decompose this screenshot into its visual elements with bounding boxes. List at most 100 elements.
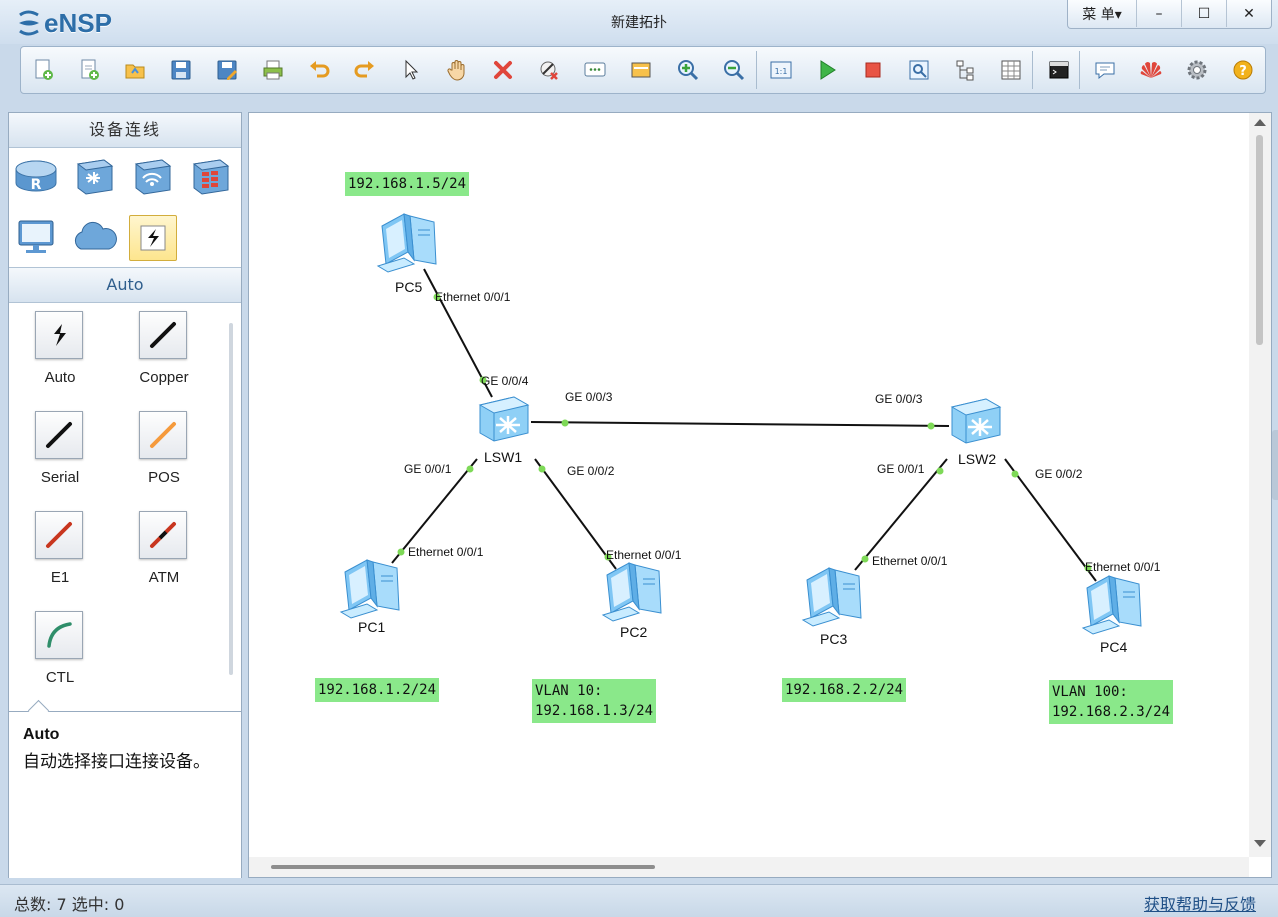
port-label-pc5: Ethernet 0/0/1 bbox=[435, 290, 511, 304]
scroll-thumb[interactable] bbox=[1256, 135, 1263, 345]
connection-icon[interactable] bbox=[129, 215, 177, 261]
topology-canvas[interactable]: Ethernet 0/0/1 GE 0/0/4 GE 0/0/3 GE 0/0/3 GE… bbox=[248, 112, 1272, 878]
main-menu-button[interactable]: 菜 单▾ bbox=[1068, 0, 1136, 27]
help-button[interactable]: ? bbox=[1228, 55, 1258, 85]
ip-address-note[interactable]: VLAN 10: 192.168.1.3/24 bbox=[532, 679, 657, 723]
status-counts: 总数: 7 选中: 0 bbox=[14, 895, 125, 914]
redo-button[interactable] bbox=[350, 55, 380, 85]
save-button[interactable] bbox=[166, 55, 196, 85]
pc-icon bbox=[339, 559, 400, 619]
delete-button[interactable] bbox=[488, 55, 518, 85]
pan-hand-icon bbox=[447, 60, 465, 81]
pc-device-pc3[interactable] bbox=[799, 562, 869, 628]
device-name-label: PC1 bbox=[358, 619, 386, 635]
pc-device-pc1[interactable] bbox=[337, 554, 407, 620]
new-sample-button[interactable] bbox=[74, 55, 104, 85]
connection-item-serial[interactable]: Serial bbox=[20, 405, 100, 495]
fit-view-button[interactable]: 1:1 bbox=[766, 55, 796, 85]
panel-collapse-handle[interactable] bbox=[1272, 430, 1278, 500]
console-button[interactable] bbox=[1044, 55, 1074, 85]
rectangle-button[interactable] bbox=[626, 55, 656, 85]
topology-tree-icon bbox=[956, 60, 974, 81]
help-feedback-link[interactable]: 获取帮助与反馈 bbox=[1144, 891, 1256, 915]
chat-button[interactable] bbox=[1090, 55, 1120, 85]
router-icon[interactable]: R bbox=[13, 155, 59, 199]
maximize-button[interactable]: ☐ bbox=[1181, 0, 1226, 27]
help-icon: ? bbox=[1233, 60, 1253, 80]
open-button[interactable] bbox=[120, 55, 150, 85]
ip-address-note[interactable]: VLAN 100: 192.168.2.3/24 bbox=[1049, 680, 1174, 724]
pan-hand-button[interactable] bbox=[442, 55, 472, 85]
topology-tree-button[interactable] bbox=[950, 55, 980, 85]
connection-list-scrollbar[interactable] bbox=[229, 323, 233, 675]
connection-label: CTL bbox=[45, 669, 75, 686]
close-button[interactable]: ✕ bbox=[1226, 0, 1271, 27]
minimize-button[interactable]: – bbox=[1136, 0, 1181, 27]
connection-label: E1 bbox=[50, 569, 70, 586]
zoom-out-button[interactable] bbox=[719, 55, 749, 85]
scroll-down-arrow-icon[interactable] bbox=[1254, 840, 1266, 847]
switch-device-lsw2[interactable] bbox=[946, 393, 1006, 449]
link-lsw1-lsw2[interactable] bbox=[530, 421, 950, 427]
ip-address-note[interactable]: 192.168.1.2/24 bbox=[315, 678, 440, 702]
settings-button[interactable] bbox=[1182, 55, 1212, 85]
text-annotation-button[interactable] bbox=[580, 55, 610, 85]
description-title: Auto bbox=[23, 726, 60, 743]
save-as-button[interactable] bbox=[212, 55, 242, 85]
device-panel: 设备连线 R Auto Auto Copper Serial POS E1 AT… bbox=[8, 112, 242, 878]
device-name-label: LSW2 bbox=[958, 451, 997, 467]
select-pointer-button[interactable] bbox=[396, 55, 426, 85]
undo-button[interactable] bbox=[304, 55, 334, 85]
delete-link-icon bbox=[540, 61, 558, 80]
select-pointer-icon bbox=[405, 59, 419, 80]
connection-item-ctl[interactable]: CTL bbox=[20, 605, 100, 695]
canvas-vertical-scrollbar[interactable] bbox=[1249, 113, 1271, 857]
start-device-button[interactable] bbox=[812, 55, 842, 85]
pc-device-pc5[interactable] bbox=[374, 208, 444, 274]
zoom-in-button[interactable] bbox=[673, 55, 703, 85]
pc-icon bbox=[376, 213, 437, 273]
huawei-icon bbox=[1140, 62, 1162, 78]
ip-address-note[interactable]: 192.168.1.5/24 bbox=[345, 172, 470, 196]
pos-cable-icon bbox=[139, 411, 187, 459]
save-as-icon bbox=[217, 60, 237, 80]
stop-device-button[interactable] bbox=[858, 55, 888, 85]
port-label-pc1: Ethernet 0/0/1 bbox=[408, 545, 484, 559]
pc-device-pc4[interactable] bbox=[1079, 570, 1149, 636]
scroll-up-arrow-icon[interactable] bbox=[1254, 119, 1266, 126]
print-icon bbox=[263, 60, 283, 80]
print-button[interactable] bbox=[258, 55, 288, 85]
delete-link-button[interactable] bbox=[534, 55, 564, 85]
connection-item-atm[interactable]: ATM bbox=[124, 505, 204, 595]
huawei-button[interactable] bbox=[1136, 55, 1166, 85]
capture-button[interactable] bbox=[904, 55, 934, 85]
toolbar-separator bbox=[756, 51, 757, 89]
switch-device-lsw1[interactable] bbox=[474, 391, 534, 447]
fit-view-icon: 1:1 bbox=[770, 61, 792, 79]
start-device-icon bbox=[820, 60, 836, 80]
ip-address-note[interactable]: 192.168.2.2/24 bbox=[782, 678, 907, 702]
save-icon bbox=[171, 60, 191, 80]
connection-label: ATM bbox=[148, 569, 180, 586]
device-name-label: PC2 bbox=[620, 624, 648, 640]
port-status-dot bbox=[927, 422, 935, 430]
wireless-icon[interactable] bbox=[129, 155, 175, 199]
app-logo: eNSP bbox=[16, 6, 112, 40]
switch-icon[interactable] bbox=[71, 155, 117, 199]
pc-device-pc2[interactable] bbox=[599, 557, 669, 623]
connection-item-pos[interactable]: POS bbox=[124, 405, 204, 495]
grid-button[interactable] bbox=[996, 55, 1026, 85]
scroll-thumb[interactable] bbox=[271, 865, 655, 869]
cloud-icon[interactable] bbox=[71, 215, 117, 259]
pc-terminal-icon[interactable] bbox=[13, 215, 59, 259]
port-status-dot bbox=[538, 465, 546, 473]
canvas-horizontal-scrollbar[interactable] bbox=[249, 857, 1249, 877]
new-topology-button[interactable] bbox=[28, 55, 58, 85]
connection-item-copper[interactable]: Copper bbox=[124, 305, 204, 395]
connection-item-e1[interactable]: E1 bbox=[20, 505, 100, 595]
firewall-icon[interactable] bbox=[187, 155, 233, 199]
port-label-lsw2: GE 0/0/1 bbox=[877, 462, 925, 476]
port-status-dot bbox=[1011, 470, 1019, 478]
device-panel-header: 设备连线 bbox=[9, 113, 241, 148]
connection-item-auto[interactable]: Auto bbox=[20, 305, 100, 395]
